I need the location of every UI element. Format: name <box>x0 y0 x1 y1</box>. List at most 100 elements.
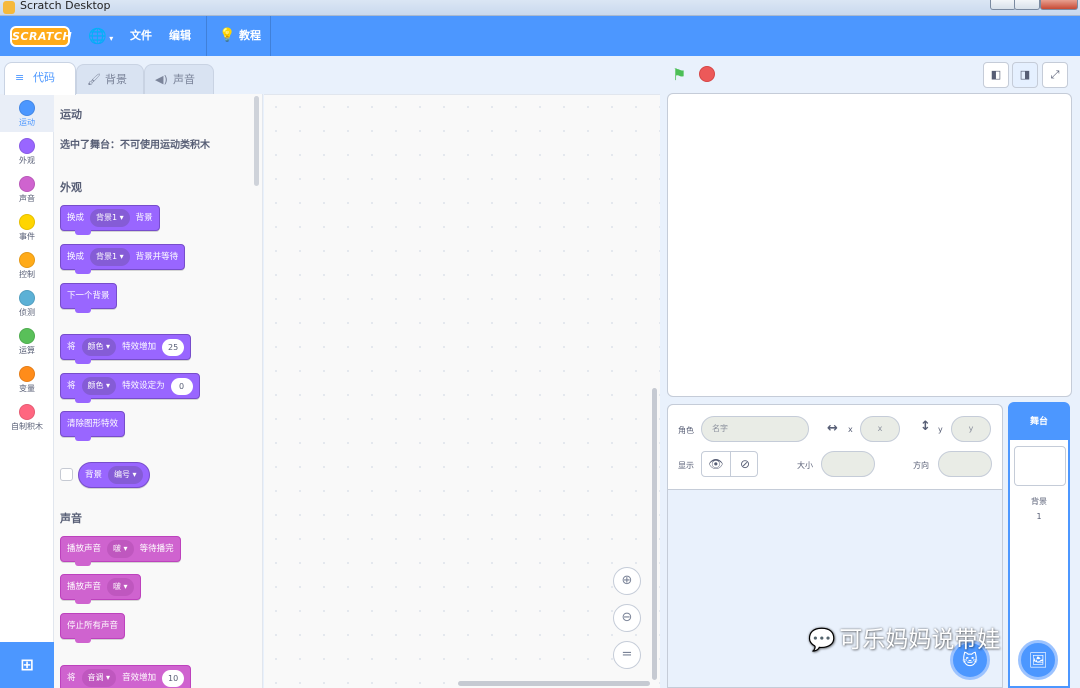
globe-icon[interactable]: 🌐 ▾ <box>88 16 113 56</box>
tutorials-menu[interactable]: 教程 <box>239 16 261 56</box>
stop-icon[interactable] <box>699 66 715 82</box>
block-text: 将 <box>67 381 76 391</box>
watermark: 💬 可乐妈妈说带娃 <box>808 620 1000 654</box>
show-label: 显示 <box>678 461 694 470</box>
block-text: 清除图形特效 <box>67 419 119 429</box>
code-icon: ≡ <box>15 71 25 84</box>
block-text: 播放声音 <box>67 582 102 592</box>
tab-label: 背景 <box>105 73 127 86</box>
menu-bar: SCRATCH 🌐 ▾ 文件 编辑 💡 教程 <box>0 16 1080 56</box>
block-change-effect[interactable]: 将 颜色 ▾ 特效增加 25 <box>60 334 192 364</box>
backdrop-dropdown[interactable]: 背景1 ▾ <box>90 248 130 266</box>
category-sensing[interactable]: 侦测 <box>0 284 54 322</box>
sound-effect-dropdown[interactable]: 音调 ▾ <box>81 669 117 687</box>
menu-divider <box>270 16 271 56</box>
tab-sounds[interactable]: ◀) 声音 <box>144 64 214 94</box>
small-stage-button[interactable]: ◧ <box>983 62 1009 88</box>
block-backdrop-reporter[interactable]: 背景 编号 ▾ <box>78 462 150 488</box>
image-icon: 🖼 <box>1028 651 1048 669</box>
block-switch-backdrop[interactable]: 换成 背景1 ▾ 背景 <box>60 205 160 235</box>
category-my-blocks[interactable]: 自制积木 <box>0 398 54 436</box>
direction-input[interactable] <box>938 451 992 477</box>
effect-value-input[interactable]: 25 <box>162 338 185 356</box>
editor-tabs: ≡ 代码 🖌 背景 ◀) 声音 <box>0 56 660 95</box>
zoom-in-button[interactable]: ⊕ <box>613 567 641 595</box>
block-play-sound-wait[interactable]: 播放声音 啵 ▾ 等待播完 <box>60 536 181 566</box>
workspace-horizontal-scrollbar[interactable] <box>458 681 650 686</box>
size-input[interactable] <box>821 451 875 477</box>
backdrop-property-dropdown[interactable]: 编号 ▾ <box>108 466 143 484</box>
block-play-sound[interactable]: 播放声音 啵 ▾ <box>60 574 141 604</box>
effect-dropdown[interactable]: 颜色 ▾ <box>81 338 117 356</box>
block-change-pitch[interactable]: 将 音调 ▾ 音效增加 10 <box>60 665 192 688</box>
y-input[interactable]: y <box>951 416 991 442</box>
block-set-effect[interactable]: 将 颜色 ▾ 特效设定为 0 <box>60 373 200 403</box>
sound-dropdown[interactable]: 啵 ▾ <box>107 540 134 558</box>
zoom-reset-button[interactable]: = <box>613 641 641 669</box>
block-text: 音效增加 <box>122 673 157 683</box>
eye-slash-icon[interactable]: ⊘ <box>731 452 759 476</box>
zoom-reset-icon: = <box>621 647 633 662</box>
eye-icon[interactable]: 👁 <box>702 452 730 476</box>
block-next-backdrop[interactable]: 下一个背景 <box>60 283 117 313</box>
small-stage-icon: ◧ <box>990 68 1002 81</box>
tab-label: 代码 <box>33 71 55 84</box>
edit-menu[interactable]: 编辑 <box>169 16 191 56</box>
block-clear-effects[interactable]: 清除图形特效 <box>60 411 126 441</box>
choose-backdrop-button[interactable]: 🖼 <box>1018 640 1058 680</box>
block-switch-backdrop-wait[interactable]: 换成 背景1 ▾ 背景并等待 <box>60 244 186 274</box>
sound-dropdown[interactable]: 啵 ▾ <box>107 578 134 596</box>
category-label: 控制 <box>19 270 35 279</box>
minimize-button[interactable] <box>990 0 1016 10</box>
add-extension-button[interactable]: ⊞ <box>0 642 54 688</box>
block-notch <box>75 561 91 566</box>
size-label: 大小 <box>797 461 813 470</box>
scratch-logo[interactable]: SCRATCH <box>10 26 72 47</box>
backdrop-dropdown[interactable]: 背景1 ▾ <box>90 209 130 227</box>
code-workspace[interactable] <box>264 94 660 688</box>
sprite-name-input[interactable]: 名字 <box>701 416 809 442</box>
close-window-button[interactable] <box>1040 0 1078 10</box>
palette-scrollbar[interactable] <box>254 96 259 186</box>
x-input[interactable]: x <box>860 416 900 442</box>
category-motion[interactable]: 运动 <box>0 94 54 132</box>
effect-value-input[interactable]: 0 <box>170 377 193 395</box>
reporter-checkbox[interactable] <box>60 468 73 481</box>
section-title-sound: 声音 <box>60 512 82 525</box>
zoom-out-button[interactable]: ⊖ <box>613 604 641 632</box>
tab-label: 声音 <box>173 73 195 86</box>
lightbulb-icon: 💡 <box>219 28 236 43</box>
category-operators[interactable]: 运算 <box>0 322 54 360</box>
menu-divider <box>206 16 207 56</box>
maximize-button[interactable] <box>1014 0 1040 10</box>
tab-backdrops[interactable]: 🖌 背景 <box>76 64 144 94</box>
tab-code[interactable]: ≡ 代码 <box>4 62 76 95</box>
green-flag-icon[interactable]: ⚑ <box>672 66 690 84</box>
file-menu[interactable]: 文件 <box>130 16 152 56</box>
effect-dropdown[interactable]: 颜色 ▾ <box>81 377 117 395</box>
category-dot-icon <box>19 100 35 116</box>
sound-effect-value-input[interactable]: 10 <box>162 669 185 687</box>
vertical-arrows-icon: ↕ <box>920 419 931 434</box>
motion-notice: 选中了舞台：不可使用运动类积木 <box>60 140 210 151</box>
workspace-vertical-scrollbar[interactable] <box>652 388 657 680</box>
paintbrush-icon: 🖌 <box>87 73 101 86</box>
block-text: 背景 <box>135 213 153 223</box>
category-looks[interactable]: 外观 <box>0 132 54 170</box>
speaker-icon: ◀) <box>155 73 168 86</box>
category-events[interactable]: 事件 <box>0 208 54 246</box>
category-dot-icon <box>19 328 35 344</box>
large-stage-button[interactable]: ◨ <box>1012 62 1038 88</box>
block-stop-all-sounds[interactable]: 停止所有声音 <box>60 613 126 643</box>
app-icon <box>3 1 15 14</box>
fullscreen-button[interactable]: ⤢ <box>1042 62 1068 88</box>
stage-selector-title: 舞台 <box>1010 404 1068 440</box>
category-sound[interactable]: 声音 <box>0 170 54 208</box>
category-control[interactable]: 控制 <box>0 246 54 284</box>
block-notch <box>75 230 91 235</box>
category-variables[interactable]: 变量 <box>0 360 54 398</box>
stage-canvas[interactable] <box>667 93 1072 397</box>
category-dot-icon <box>19 252 35 268</box>
category-dot-icon <box>19 290 35 306</box>
category-dot-icon <box>19 138 35 154</box>
